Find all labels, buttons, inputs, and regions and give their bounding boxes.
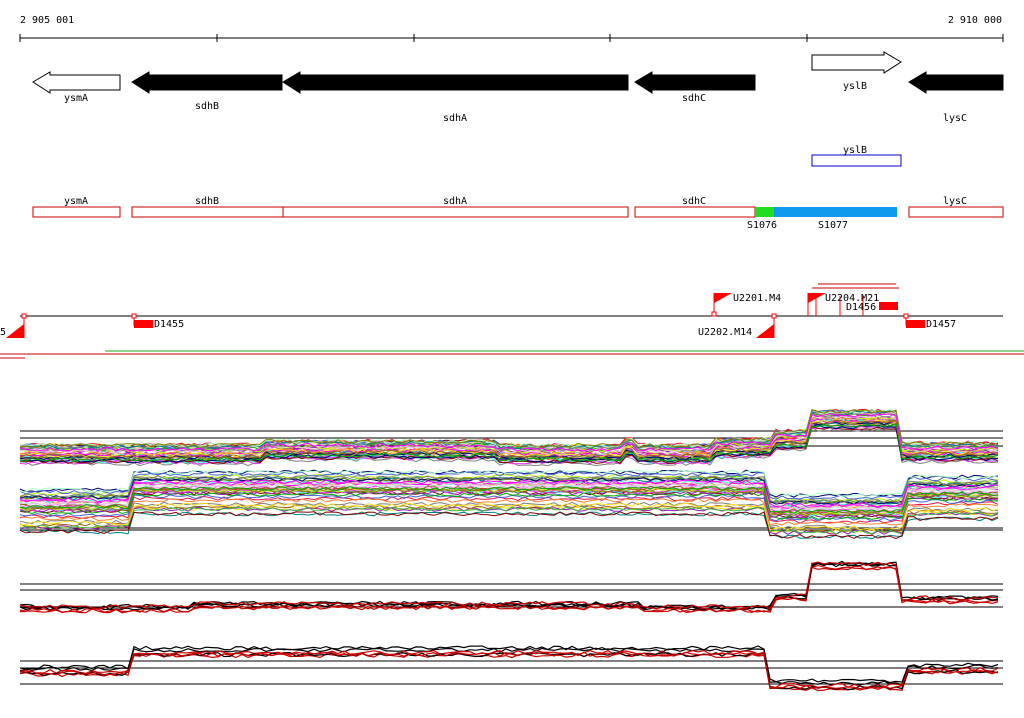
highlight-box[interactable]: yslB <box>811 145 902 167</box>
feature-flag <box>808 293 826 303</box>
gene-ysmA[interactable]: ysmA <box>32 71 121 104</box>
ruler-start-label: 2 905 001 <box>20 15 74 26</box>
feature-flag <box>6 324 24 338</box>
feature-anchor <box>903 313 909 319</box>
feature-anchor <box>711 311 717 317</box>
gene-sdhA[interactable]: sdhA <box>282 71 629 124</box>
gene-arrow[interactable] <box>811 51 902 74</box>
expression-series <box>19 560 999 609</box>
feature-flag <box>714 293 732 303</box>
feature-block <box>906 320 925 328</box>
gene-box[interactable] <box>131 206 284 218</box>
segment-label: S1077 <box>818 220 848 231</box>
left-edge-label: 5 <box>0 327 6 338</box>
feature-anchor <box>771 313 777 319</box>
gene-sdhC[interactable]: sdhC <box>634 71 756 104</box>
gene-track: ysmA sdhB sdhA sdhC yslB lysC <box>32 51 1004 124</box>
gene-box[interactable] <box>908 206 1004 218</box>
highlight-box-rect[interactable] <box>811 154 902 167</box>
expression-series <box>19 652 999 692</box>
coordinate-ruler: 2 905 001 2 910 000 <box>19 15 1004 42</box>
segment-S1076[interactable] <box>755 207 774 217</box>
gene-arrow[interactable] <box>131 71 283 94</box>
segment-track: S1076 S1077 <box>747 207 897 231</box>
gene-label: yslB <box>843 81 867 92</box>
gene-box-label: ysmA <box>64 196 88 207</box>
feature-label: D1455 <box>154 319 184 330</box>
segment-S1077[interactable] <box>774 207 897 217</box>
expression-series <box>19 505 999 534</box>
gene-sdhB[interactable]: sdhB <box>131 71 283 112</box>
genome-canvas: 2 905 001 2 910 000 ysmA sdhB sdhA sdhC … <box>0 15 1024 692</box>
feature-anchor <box>131 313 137 319</box>
feature-label: D1457 <box>926 319 956 330</box>
expression-panel-1 <box>19 408 1003 467</box>
gene-label: sdhC <box>682 93 706 104</box>
gene-yslB[interactable]: yslB <box>811 51 902 92</box>
gene-arrow[interactable] <box>908 71 1004 94</box>
gene-box[interactable] <box>634 206 756 218</box>
feature-block <box>879 302 898 310</box>
expression-summary-panel-2 <box>19 645 1003 692</box>
genome-browser-view: 2 905 001 2 910 000 ysmA sdhB sdhA sdhC … <box>0 0 1024 714</box>
gene-label: lysC <box>943 113 967 124</box>
feature-label: U2202.M14 <box>698 327 752 338</box>
gene-label: ysmA <box>64 93 88 104</box>
expression-summary-panel-1 <box>19 560 1003 614</box>
feature-flag <box>756 324 774 338</box>
feature-label: D1456 <box>846 302 876 313</box>
feature-block <box>134 320 153 328</box>
expression-series <box>19 561 999 610</box>
gene-arrow[interactable] <box>634 71 756 94</box>
gene-arrow[interactable] <box>32 71 121 94</box>
gene-box[interactable] <box>282 206 629 218</box>
expression-panel-2 <box>19 469 1003 540</box>
highlight-box-label: yslB <box>843 145 867 156</box>
segment-label: S1076 <box>747 220 777 231</box>
gene-lysC[interactable]: lysC <box>908 71 1004 124</box>
gene-box-label: sdhB <box>195 196 219 207</box>
ruler-end-label: 2 910 000 <box>948 15 1002 26</box>
gene-arrow[interactable] <box>282 71 629 94</box>
gene-box-label: lysC <box>943 196 967 207</box>
gene-label: sdhA <box>443 113 467 124</box>
gene-label: sdhB <box>195 101 219 112</box>
feature-track: 5 D1455U2201.M4U2202.M14U2204.M21D1456D1… <box>0 283 1024 359</box>
gene-box-label: sdhC <box>682 196 706 207</box>
feature-label: U2201.M4 <box>733 293 781 304</box>
gene-box[interactable] <box>32 206 121 218</box>
feature-anchor <box>21 313 27 319</box>
gene-box-label: sdhA <box>443 196 467 207</box>
